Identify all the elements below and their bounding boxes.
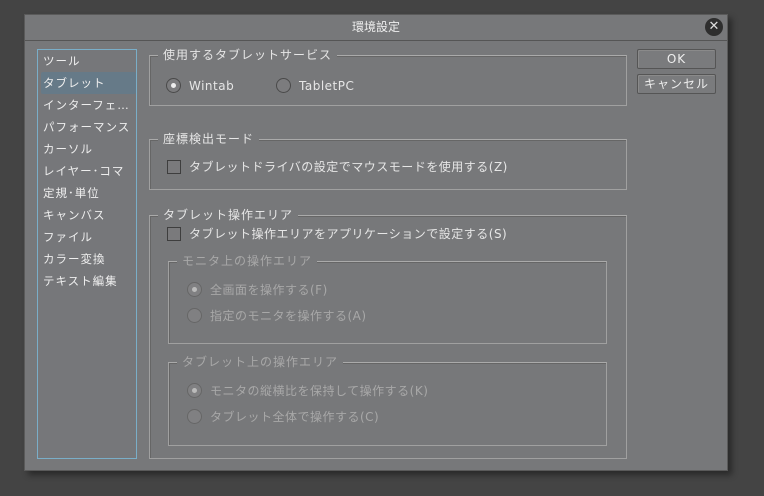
radio-selected-icon (187, 282, 202, 297)
radio-tabletpc[interactable]: TabletPC (276, 78, 354, 93)
title-bar: 環境設定 ✕ (25, 15, 727, 41)
checkbox-icon (167, 226, 181, 241)
checkbox-label: タブレットドライバの設定でマウスモードを使用する(Z) (189, 160, 508, 174)
ok-button[interactable]: OK (637, 49, 716, 69)
coord-mode-group: 座標検出モード タブレットドライバの設定でマウスモードを使用する(Z) (149, 131, 627, 190)
category-list: ツール タブレット インターフェ… パフォーマンス カーソル レイヤー･コマ 定… (37, 49, 137, 459)
app-area-checkbox[interactable]: タブレット操作エリアをアプリケーションで設定する(S) (167, 225, 507, 242)
sidebar-item-tablet[interactable]: タブレット (41, 72, 136, 94)
tablet-area-group: タブレット操作エリア タブレット操作エリアをアプリケーションで設定する(S) モ… (149, 207, 627, 459)
sidebar-item-tool[interactable]: ツール (38, 50, 136, 72)
radio-empty-icon (187, 409, 202, 424)
radio-specific-monitor[interactable]: 指定のモニタを操作する(A) (187, 307, 367, 324)
group-title: タブレット操作エリア (158, 207, 299, 223)
group-title: 座標検出モード (158, 131, 260, 147)
group-title: モニタ上の操作エリア (177, 253, 318, 269)
radio-whole-tablet[interactable]: タブレット全体で操作する(C) (187, 408, 379, 425)
radio-empty-icon (276, 78, 291, 93)
cancel-button[interactable]: キャンセル (637, 74, 716, 94)
radio-wintab[interactable]: Wintab (166, 78, 234, 93)
sidebar-item-canvas[interactable]: キャンバス (38, 204, 136, 226)
radio-selected-icon (187, 383, 202, 398)
monitor-area-group: モニタ上の操作エリア 全画面を操作する(F) 指定のモニタを操作する(A) (168, 253, 607, 344)
radio-label: 全画面を操作する(F) (210, 283, 328, 297)
close-icon[interactable]: ✕ (705, 18, 723, 36)
checkbox-icon (167, 159, 181, 174)
sidebar-item-file[interactable]: ファイル (38, 226, 136, 248)
sidebar-item-color[interactable]: カラー変換 (38, 248, 136, 270)
radio-full-screen[interactable]: 全画面を操作する(F) (187, 281, 328, 298)
sidebar-item-text[interactable]: テキスト編集 (38, 270, 136, 292)
sidebar-item-performance[interactable]: パフォーマンス (38, 116, 136, 138)
sidebar-item-interface[interactable]: インターフェ… (38, 94, 136, 116)
sidebar-item-cursor[interactable]: カーソル (38, 138, 136, 160)
dialog-title: 環境設定 (351, 20, 400, 34)
preferences-dialog: 環境設定 ✕ ツール タブレット インターフェ… パフォーマンス カーソル レイ… (24, 14, 728, 471)
group-title: 使用するタブレットサービス (158, 47, 338, 63)
checkbox-label: タブレット操作エリアをアプリケーションで設定する(S) (189, 227, 508, 241)
tablet-area-subgroup: タブレット上の操作エリア モニタの縦横比を保持して操作する(K) タブレット全体… (168, 354, 607, 446)
radio-label: 指定のモニタを操作する(A) (210, 309, 367, 323)
radio-label: モニタの縦横比を保持して操作する(K) (210, 384, 429, 398)
sidebar-item-ruler[interactable]: 定規･単位 (38, 182, 136, 204)
tablet-service-group: 使用するタブレットサービス Wintab TabletPC (149, 47, 627, 106)
radio-label: タブレット全体で操作する(C) (210, 410, 380, 424)
radio-label: TabletPC (299, 78, 355, 93)
mouse-mode-checkbox[interactable]: タブレットドライバの設定でマウスモードを使用する(Z) (167, 158, 508, 175)
radio-selected-icon (166, 78, 181, 93)
group-title: タブレット上の操作エリア (177, 354, 344, 370)
radio-label: Wintab (189, 78, 235, 93)
radio-empty-icon (187, 308, 202, 323)
sidebar-item-layer[interactable]: レイヤー･コマ (38, 160, 136, 182)
radio-keep-aspect[interactable]: モニタの縦横比を保持して操作する(K) (187, 382, 428, 399)
